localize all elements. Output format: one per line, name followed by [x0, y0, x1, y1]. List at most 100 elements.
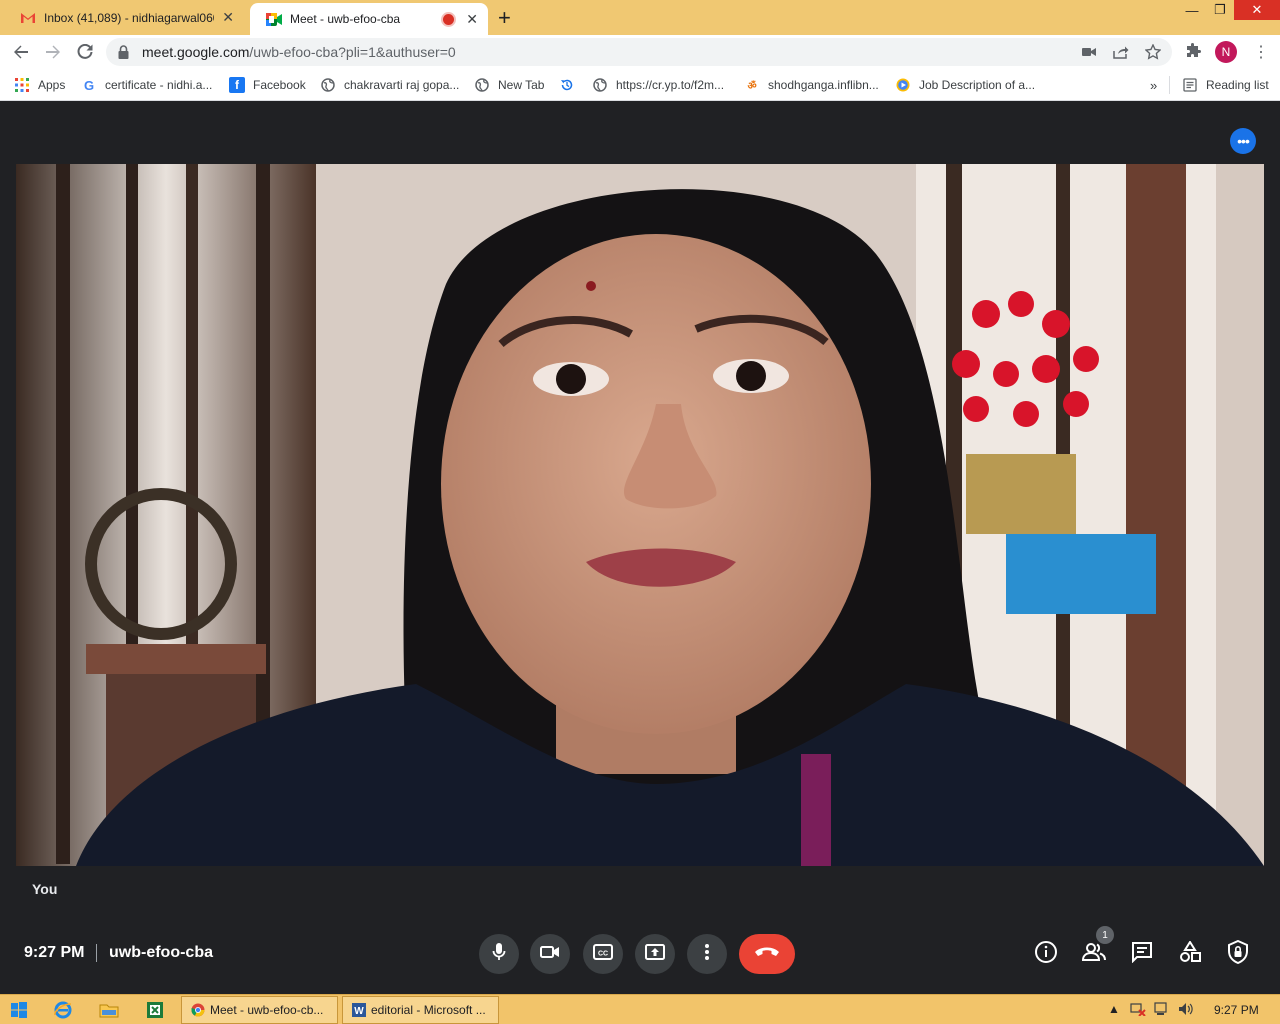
bookmark-label: certificate - nidhi.a... — [105, 78, 213, 92]
new-tab-button[interactable]: + — [498, 5, 511, 31]
browser-tab-strip: Inbox (41,089) - nidhiagarwal060 ✕ Meet … — [0, 0, 1280, 35]
activities-button[interactable] — [1177, 939, 1203, 968]
chat-button[interactable] — [1129, 941, 1155, 967]
file-explorer-icon[interactable] — [98, 1000, 120, 1020]
bookmark-shodhganga[interactable]: ॐ shodhganga.inflibn... — [744, 76, 878, 94]
people-icon — [1081, 942, 1107, 967]
more-options-button[interactable]: ••• — [1230, 128, 1256, 154]
windows-start-button[interactable] — [8, 1000, 30, 1020]
meet-icon — [266, 12, 282, 26]
shodhganga-icon: ॐ — [747, 81, 757, 92]
bookmark-label: Apps — [38, 78, 66, 92]
address-bar[interactable]: meet.google.com/uwb-efoo-cba?pli=1&authu… — [106, 38, 1172, 66]
minimize-window-button[interactable]: — — [1178, 0, 1206, 20]
taskbar-task-label: Meet - uwb-efoo-cb... — [210, 1003, 324, 1017]
meeting-time: 9:27 PM — [24, 944, 85, 961]
chat-icon — [1131, 941, 1153, 968]
share-icon[interactable] — [1112, 43, 1130, 61]
restore-window-button[interactable]: ❐ — [1206, 0, 1234, 20]
self-video-tile — [16, 164, 1264, 866]
back-button[interactable] — [10, 41, 32, 63]
bookmark-job-description[interactable]: Job Description of a... — [895, 76, 1035, 94]
bookmark-label: chakravarti raj gopa... — [344, 78, 460, 92]
internet-explorer-icon[interactable] — [52, 1000, 74, 1020]
lock-icon[interactable] — [118, 45, 129, 64]
volume-icon[interactable] — [1178, 1002, 1194, 1019]
camera-button[interactable] — [530, 934, 570, 974]
bookmark-history[interactable] — [559, 76, 583, 94]
excel-icon[interactable] — [144, 1000, 166, 1020]
more-actions-button[interactable] — [687, 934, 727, 974]
tab-inbox[interactable]: Inbox (41,089) - nidhiagarwal060 ✕ — [4, 0, 244, 35]
tab-meet[interactable]: Meet - uwb-efoo-cba ✕ — [250, 3, 488, 35]
microphone-icon — [491, 942, 507, 967]
bookmark-chakravarti[interactable]: chakravarti raj gopa... — [320, 76, 459, 94]
gmail-icon — [20, 11, 36, 25]
shield-lock-icon — [1228, 939, 1248, 969]
meeting-details-button[interactable] — [1033, 940, 1059, 967]
captions-button[interactable]: CC — [583, 934, 623, 974]
svg-text:CC: CC — [598, 950, 608, 957]
bookmark-label: New Tab — [498, 78, 545, 92]
reload-button[interactable] — [74, 41, 96, 63]
browser-toolbar: meet.google.com/uwb-efoo-cba?pli=1&authu… — [0, 35, 1280, 69]
globe-icon — [320, 77, 336, 93]
tab-title: Inbox (41,089) - nidhiagarwal060 — [44, 10, 214, 25]
bookmarks-bar: Apps G certificate - nidhi.a... f Facebo… — [0, 69, 1280, 101]
meet-stage: ••• You 9:27 PM uwb-efoo-cba CC 1 — [0, 102, 1280, 994]
url-host: meet.google.com — [142, 44, 250, 60]
taskbar-clock[interactable]: 9:27 PM — [1214, 1003, 1259, 1017]
chrome-icon — [190, 1002, 206, 1018]
tab-title: Meet - uwb-efoo-cba — [290, 12, 401, 26]
apps-grid-icon — [14, 77, 30, 93]
camera-in-use-icon[interactable] — [1080, 43, 1098, 61]
svg-text:W: W — [354, 1006, 364, 1017]
taskbar-task-word[interactable]: W editorial - Microsoft ... — [342, 996, 499, 1024]
bookmark-apps[interactable]: Apps — [14, 76, 65, 94]
history-icon — [559, 77, 575, 93]
url-text: meet.google.com/uwb-efoo-cba?pli=1&authu… — [142, 44, 456, 60]
microphone-button[interactable] — [479, 934, 519, 974]
close-tab-icon[interactable]: ✕ — [466, 11, 478, 28]
play-icon — [895, 77, 911, 93]
leave-call-button[interactable] — [739, 934, 795, 974]
globe-icon — [474, 77, 490, 93]
reading-list-icon — [1182, 77, 1198, 93]
closed-captions-icon: CC — [593, 943, 613, 965]
bookmark-label: Job Description of a... — [919, 78, 1036, 92]
google-icon: G — [83, 77, 95, 93]
bookmark-label: Facebook — [253, 78, 306, 92]
forward-button[interactable] — [42, 41, 64, 63]
meeting-code: uwb-efoo-cba — [109, 944, 213, 961]
url-path: /uwb-efoo-cba?pli=1&authuser=0 — [249, 44, 456, 60]
bookmark-cr-yp-to[interactable]: https://cr.yp.to/f2m... — [592, 76, 724, 94]
close-window-button[interactable]: ✕ — [1234, 0, 1280, 20]
network-icon[interactable] — [1130, 1002, 1146, 1019]
close-tab-icon[interactable]: ✕ — [222, 9, 234, 26]
bookmark-certificate[interactable]: G certificate - nidhi.a... — [81, 76, 212, 94]
bookmark-label: https://cr.yp.to/f2m... — [616, 78, 725, 92]
globe-icon — [592, 77, 608, 93]
bookmark-new-tab[interactable]: New Tab — [474, 76, 544, 94]
participants-button[interactable] — [1081, 941, 1107, 967]
more-vert-icon — [704, 943, 710, 966]
browser-menu-icon[interactable]: ⋮ — [1253, 42, 1269, 62]
recording-indicator-icon — [443, 13, 454, 25]
present-screen-button[interactable] — [635, 934, 675, 974]
self-name-label: You — [32, 881, 58, 897]
host-controls-button[interactable] — [1225, 939, 1251, 969]
power-icon[interactable] — [1154, 1002, 1170, 1019]
reading-list-button[interactable]: Reading list — [1169, 76, 1269, 94]
meeting-info-divider — [96, 944, 97, 962]
present-screen-icon — [645, 943, 665, 965]
participants-count-badge: 1 — [1096, 926, 1114, 944]
bookmark-star-icon[interactable] — [1144, 43, 1162, 61]
taskbar-task-chrome[interactable]: Meet - uwb-efoo-cb... — [181, 996, 338, 1024]
extensions-puzzle-icon[interactable] — [1185, 43, 1201, 64]
video-camera-icon — [540, 945, 560, 964]
profile-avatar[interactable]: N — [1215, 41, 1237, 63]
activities-shapes-icon — [1179, 939, 1201, 968]
bookmark-facebook[interactable]: f Facebook — [229, 76, 306, 94]
bookmarks-overflow-button[interactable]: » — [1150, 76, 1157, 94]
show-hidden-icons-button[interactable]: ▲ — [1108, 1002, 1120, 1016]
